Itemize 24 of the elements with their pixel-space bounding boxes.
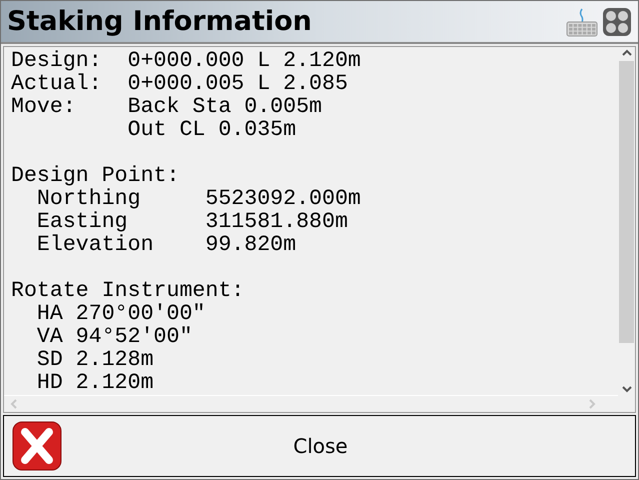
close-button[interactable]: Close <box>3 415 636 477</box>
field-value: Out CL 0.035m <box>128 119 296 142</box>
field-value: 5523092.000m <box>205 188 361 212</box>
calculator-icon[interactable] <box>602 6 632 37</box>
scroll-thumb[interactable] <box>619 61 634 344</box>
field-label: Actual: <box>11 72 102 96</box>
field-label: Northing <box>36 187 141 212</box>
readout-line: SD 2.128m <box>36 349 155 372</box>
field-label: Easting <box>36 210 128 234</box>
field-value: 0+000.005 L 2.085 <box>128 73 348 96</box>
field-value: 0+000.000 L 2.120m <box>128 50 361 74</box>
section-heading: Rotate Instrument: <box>11 280 246 304</box>
close-icon <box>12 421 62 472</box>
field-value: 311581.880m <box>205 211 348 234</box>
field-value: 99.820m <box>205 234 296 258</box>
readout-line: HD 2.120m <box>36 372 155 396</box>
field-label: Design: <box>11 49 102 74</box>
field-label: Elevation <box>36 233 154 258</box>
readout-line: VA 94°52'00" <box>36 326 194 350</box>
readout-line: HA 270°00'00" <box>36 303 206 326</box>
field-value: Back Sta 0.005m <box>128 96 322 120</box>
window-title: Staking Information <box>7 6 313 38</box>
section-heading: Design Point: <box>11 165 180 188</box>
field-label: Move: <box>11 95 76 120</box>
